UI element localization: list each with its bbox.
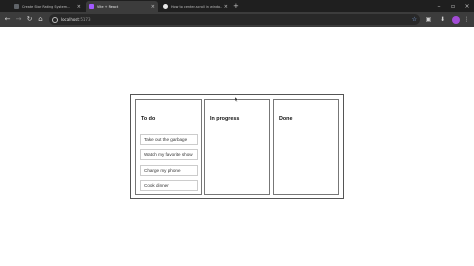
profile-avatar[interactable] — [452, 15, 460, 24]
column-title: Done — [279, 116, 293, 122]
home-icon[interactable]: ⌂ — [36, 15, 45, 24]
tab-close-icon[interactable]: × — [151, 4, 155, 10]
column-title: To do — [141, 116, 156, 122]
column-title: In progress — [210, 116, 240, 122]
browser-tab[interactable]: Create Star Rating System... × — [11, 1, 84, 12]
address-text[interactable]: localhost:5173 — [61, 16, 91, 23]
tab-close-icon[interactable]: × — [77, 4, 81, 10]
maximize-icon[interactable]: ▫ — [446, 0, 460, 12]
downloads-icon[interactable]: ⬇ — [438, 15, 447, 24]
back-icon[interactable]: ← — [3, 15, 12, 24]
address-bar[interactable]: localhost:5173 ☆ — [49, 14, 420, 25]
mouse-pointer-icon — [235, 97, 239, 102]
browser-tab[interactable]: How to center-scroll in windo... × — [160, 1, 231, 12]
browser-tabstrip: Create Star Rating System... × Vite + Re… — [0, 0, 474, 12]
tab-favicon-icon — [89, 4, 94, 9]
window-close-icon[interactable]: × — [460, 0, 474, 12]
task-card[interactable]: Watch my favorite show — [140, 149, 198, 160]
tab-title: Create Star Rating System... — [22, 4, 71, 9]
tab-favicon-icon — [14, 4, 19, 9]
site-info-icon[interactable] — [52, 16, 58, 23]
address-port: :5173 — [78, 17, 91, 22]
tab-title: How to center-scroll in windo... — [171, 4, 222, 9]
browser-tab-active[interactable]: Vite + React × — [86, 1, 158, 12]
minimize-icon[interactable]: – — [432, 0, 446, 12]
forward-icon[interactable]: → — [14, 15, 23, 24]
reload-icon[interactable]: ↻ — [25, 15, 34, 24]
column-done[interactable]: Done — [273, 99, 339, 195]
address-host: localhost — [61, 17, 79, 22]
tab-close-icon[interactable]: × — [224, 4, 228, 10]
task-card[interactable]: Charge my phone — [140, 165, 198, 176]
kanban-board: To do Take out the garbage Watch my favo… — [130, 94, 344, 199]
browser-toolbar: ← → ↻ ⌂ localhost:5173 ☆ ▣ ⬇ ⋮ — [0, 12, 474, 27]
tab-favicon-icon — [163, 4, 168, 9]
task-card[interactable]: Cook dinner — [140, 180, 198, 191]
tab-title: Vite + React — [97, 4, 119, 9]
task-card[interactable]: Take out the garbage — [140, 134, 198, 145]
menu-icon[interactable]: ⋮ — [462, 15, 471, 24]
bookmark-star-icon[interactable]: ☆ — [412, 15, 417, 24]
column-in-progress[interactable]: In progress — [204, 99, 270, 195]
new-tab-icon[interactable]: + — [233, 1, 239, 11]
column-to-do[interactable]: To do Take out the garbage Watch my favo… — [135, 99, 202, 195]
extensions-icon[interactable]: ▣ — [424, 15, 433, 24]
